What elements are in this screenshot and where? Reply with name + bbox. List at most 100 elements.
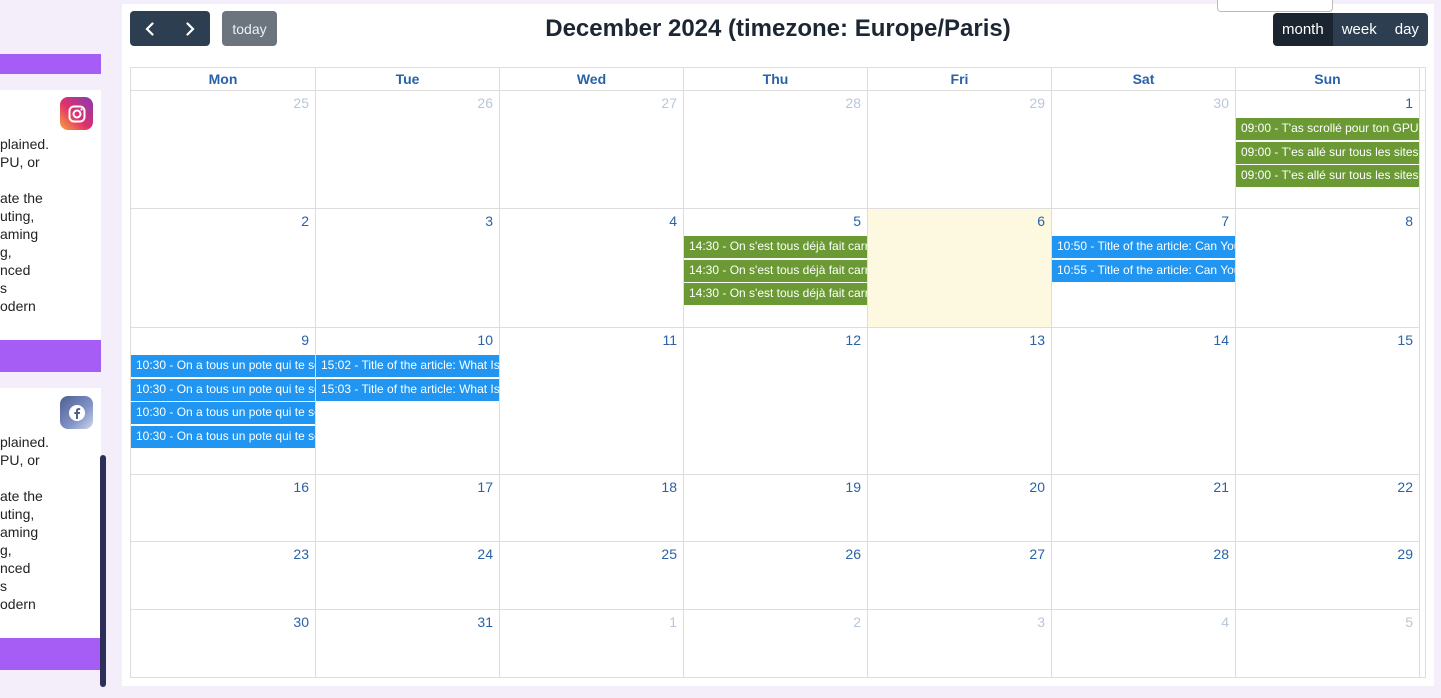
day-cell[interactable]: 5 14:30 - On s'est tous déjà fait carry 14… (684, 209, 868, 327)
post-card-facebook[interactable]: plained. PU, or ate the uting, aming g, nced s… (0, 388, 101, 638)
day-number[interactable]: 26 (845, 546, 861, 562)
day-number[interactable]: 4 (1221, 614, 1229, 630)
day-cell[interactable]: 20 (868, 475, 1052, 541)
day-number[interactable]: 22 (1397, 479, 1413, 495)
day-number[interactable]: 1 (1405, 95, 1413, 111)
day-number[interactable]: 2 (853, 614, 861, 630)
day-cell[interactable]: 30 (1052, 91, 1236, 208)
calendar-event[interactable]: 10:50 - Title of the article: Can You (1052, 236, 1235, 258)
calendar-event[interactable]: 14:30 - On s'est tous déjà fait carry (684, 283, 867, 305)
day-number[interactable]: 6 (1037, 213, 1045, 229)
calendar-event[interactable]: 10:30 - On a tous un pote qui te so (131, 355, 315, 377)
day-number[interactable]: 11 (662, 332, 677, 348)
sidebar-scrollbar[interactable] (100, 455, 106, 687)
calendar-event[interactable]: 09:00 - T'es allé sur tous les sites h (1236, 165, 1419, 187)
day-cell[interactable]: 1 (500, 610, 684, 677)
day-cell[interactable]: 27 (500, 91, 684, 208)
calendar-event[interactable]: 09:00 - T'as scrollé pour ton GPU p (1236, 118, 1419, 140)
day-cell[interactable]: 29 (1236, 542, 1420, 609)
day-cell[interactable]: 22 (1236, 475, 1420, 541)
calendar-event[interactable]: 15:02 - Title of the article: What Is (316, 355, 499, 377)
facebook-icon[interactable] (60, 396, 93, 429)
calendar-event[interactable]: 10:30 - On a tous un pote qui te so (131, 402, 315, 424)
day-cell[interactable]: 2 (684, 610, 868, 677)
day-cell[interactable]: 24 (316, 542, 500, 609)
calendar-event[interactable]: 09:00 - T'es allé sur tous les sites h (1236, 141, 1419, 164)
calendar-event[interactable]: 10:30 - On a tous un pote qui te so (131, 425, 315, 448)
day-cell[interactable]: 3 (316, 209, 500, 327)
day-number[interactable]: 3 (485, 213, 493, 229)
day-number[interactable]: 5 (1405, 614, 1413, 630)
day-number[interactable]: 18 (661, 479, 677, 495)
day-cell[interactable]: 28 (1052, 542, 1236, 609)
day-number[interactable]: 14 (1213, 332, 1229, 348)
day-number[interactable]: 3 (1037, 614, 1045, 630)
day-cell[interactable]: 12 (684, 328, 868, 474)
day-number[interactable]: 21 (1213, 479, 1229, 495)
day-cell[interactable]: 1 09:00 - T'as scrollé pour ton GPU p 09:0… (1236, 91, 1420, 208)
day-number[interactable]: 25 (661, 546, 677, 562)
day-number[interactable]: 23 (293, 546, 309, 562)
day-number[interactable]: 28 (845, 95, 861, 111)
day-number[interactable]: 19 (845, 479, 861, 495)
calendar-event[interactable]: 14:30 - On s'est tous déjà fait carry (684, 259, 867, 282)
day-number[interactable]: 16 (293, 479, 309, 495)
day-cell[interactable]: 8 (1236, 209, 1420, 327)
day-cell[interactable]: 14 (1052, 328, 1236, 474)
day-number[interactable]: 29 (1397, 546, 1413, 562)
day-cell[interactable]: 27 (868, 542, 1052, 609)
day-number[interactable]: 9 (301, 332, 309, 348)
day-number[interactable]: 10 (477, 332, 493, 348)
day-cell[interactable]: 2 (131, 209, 316, 327)
day-cell-today[interactable]: 6 (868, 209, 1052, 327)
day-number[interactable]: 12 (845, 332, 861, 348)
day-number[interactable]: 20 (1029, 479, 1045, 495)
day-number[interactable]: 30 (293, 614, 309, 630)
day-cell[interactable]: 23 (131, 542, 316, 609)
day-cell[interactable]: 18 (500, 475, 684, 541)
day-number[interactable]: 25 (293, 95, 309, 111)
day-cell[interactable]: 3 (868, 610, 1052, 677)
day-cell[interactable]: 9 10:30 - On a tous un pote qui te so 10:3… (131, 328, 316, 474)
day-cell[interactable]: 16 (131, 475, 316, 541)
day-cell[interactable]: 15 (1236, 328, 1420, 474)
day-number[interactable]: 1 (669, 614, 677, 630)
post-card-instagram[interactable]: plained. PU, or ate the uting, aming g, nced s… (0, 90, 101, 342)
calendar-event[interactable]: 14:30 - On s'est tous déjà fait carry (684, 236, 867, 258)
calendar-event[interactable]: 10:30 - On a tous un pote qui te so (131, 378, 315, 401)
view-month-button[interactable]: month (1273, 13, 1333, 46)
day-number[interactable]: 28 (1213, 546, 1229, 562)
day-number[interactable]: 5 (853, 213, 861, 229)
day-cell[interactable]: 21 (1052, 475, 1236, 541)
view-week-button[interactable]: week (1332, 13, 1386, 46)
day-cell[interactable]: 13 (868, 328, 1052, 474)
day-cell[interactable]: 25 (500, 542, 684, 609)
day-number[interactable]: 29 (1029, 95, 1045, 111)
dropdown-edge[interactable] (1217, 0, 1333, 12)
day-cell[interactable]: 26 (316, 91, 500, 208)
view-day-button[interactable]: day (1385, 13, 1428, 46)
day-number[interactable]: 26 (477, 95, 493, 111)
day-number[interactable]: 13 (1029, 332, 1045, 348)
day-cell[interactable]: 25 (131, 91, 316, 208)
day-cell[interactable]: 30 (131, 610, 316, 677)
day-number[interactable]: 7 (1221, 213, 1229, 229)
day-cell[interactable]: 29 (868, 91, 1052, 208)
day-cell[interactable]: 4 (1052, 610, 1236, 677)
day-number[interactable]: 15 (1397, 332, 1413, 348)
instagram-icon[interactable] (60, 97, 93, 130)
day-cell[interactable]: 26 (684, 542, 868, 609)
day-number[interactable]: 8 (1405, 213, 1413, 229)
calendar-event[interactable]: 15:03 - Title of the article: What Is (316, 378, 499, 401)
day-cell[interactable]: 11 (500, 328, 684, 474)
day-cell[interactable]: 31 (316, 610, 500, 677)
day-number[interactable]: 31 (477, 614, 493, 630)
day-cell[interactable]: 17 (316, 475, 500, 541)
day-number[interactable]: 2 (301, 213, 309, 229)
day-cell[interactable]: 7 10:50 - Title of the article: Can You 10… (1052, 209, 1236, 327)
day-cell[interactable]: 4 (500, 209, 684, 327)
day-number[interactable]: 27 (661, 95, 677, 111)
calendar-event[interactable]: 10:55 - Title of the article: Can You (1052, 259, 1235, 282)
day-number[interactable]: 24 (477, 546, 493, 562)
day-cell[interactable]: 10 15:02 - Title of the article: What Is 1… (316, 328, 500, 474)
